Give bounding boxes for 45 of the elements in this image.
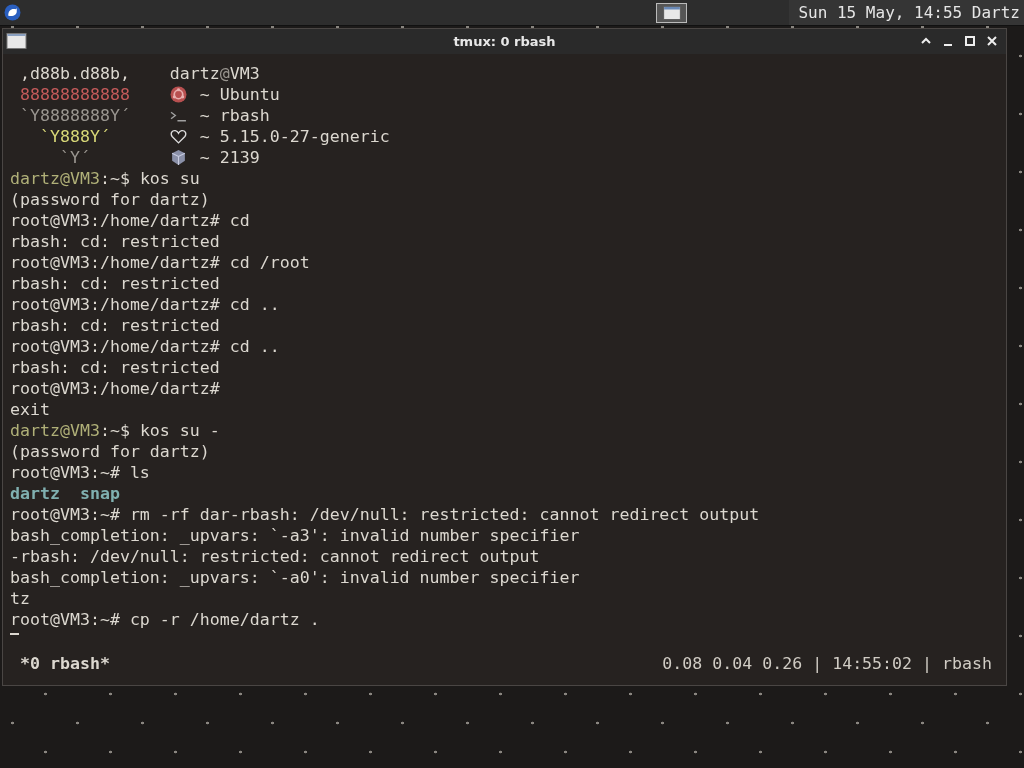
terminal-line: root@VM3:~# cp -r /home/dartz . [10, 608, 320, 630]
package-icon [169, 148, 187, 166]
ubuntu-logo-icon [169, 85, 187, 103]
maximize-button[interactable] [964, 35, 976, 48]
ascii-logo: `Y´ [58, 146, 91, 168]
terminal-line: rbash: cd: restricted [10, 356, 220, 378]
terminal-line: (password for dartz) [10, 188, 210, 210]
taskbar-window-button[interactable] [656, 2, 688, 23]
terminal-line: exit [10, 398, 50, 420]
terminal-line: -rbash: /dev/null: restricted: cannot redirect output [10, 545, 540, 567]
status-text: 0.08 0.04 0.26 | 14:55:02 | rbash [662, 653, 992, 673]
terminal-line: tz [10, 587, 30, 609]
system-info-text: ~ rbash [199, 104, 270, 126]
window-icon [662, 5, 681, 20]
system-info-text: ~ 2139 [199, 146, 260, 168]
heart-icon [169, 127, 187, 145]
terminal-line: (password for dartz) [10, 440, 210, 462]
terminal-line: bash_completion: _upvars: `-a3': invalid number specifier [10, 524, 580, 546]
terminal-line: root@VM3:/home/dartz# cd [10, 209, 250, 231]
terminal-line: root@VM3:~# ls [10, 461, 150, 483]
user-host-text: dartz@VM3 [169, 62, 260, 84]
terminal-line: root@VM3:/home/dartz# cd .. [10, 335, 280, 357]
ascii-logo: 88888888888 [19, 83, 131, 105]
system-info-text: ~ 5.15.0-27-generic [199, 125, 390, 147]
terminal-line: root@VM3:/home/dartz# cd /root [10, 251, 310, 273]
window-icon [6, 33, 27, 50]
window-title: tmux: 0 rbash [453, 33, 556, 49]
terminal-line: dartz@VM3:~$ kos su - [10, 419, 220, 441]
terminal-line: root@VM3:/home/dartz# [10, 377, 220, 399]
terminal-line: rbash: cd: restricted [10, 314, 220, 336]
terminal-line: rbash: cd: restricted [10, 272, 220, 294]
terminal-line: root@VM3:~# rm -rf dar-rbash: /dev/null: restricted: cannot redirect output [10, 503, 760, 525]
ascii-logo: `Y888Y´ [38, 125, 111, 147]
session-label: *0 rbash* [20, 653, 110, 673]
ascii-logo: `Y8888888Y´ [19, 104, 131, 126]
terminal-line: dartz snap [10, 482, 120, 504]
app-menu-icon[interactable] [4, 4, 21, 21]
terminal-line: root@VM3:/home/dartz# cd .. [10, 293, 280, 315]
clock-text: Sun 15 May, 14:55 Dartz [789, 0, 1024, 25]
ascii-logo: ,d88b.d88b, [19, 62, 131, 84]
terminal-line: rbash: cd: restricted [10, 230, 220, 252]
close-button[interactable] [986, 35, 998, 48]
terminal-line: bash_completion: _upvars: `-a0': invalid number specifier [10, 566, 580, 588]
system-info-text: ~ Ubuntu [199, 83, 280, 105]
terminal-line: dartz@VM3:~$ kos su [10, 167, 200, 189]
